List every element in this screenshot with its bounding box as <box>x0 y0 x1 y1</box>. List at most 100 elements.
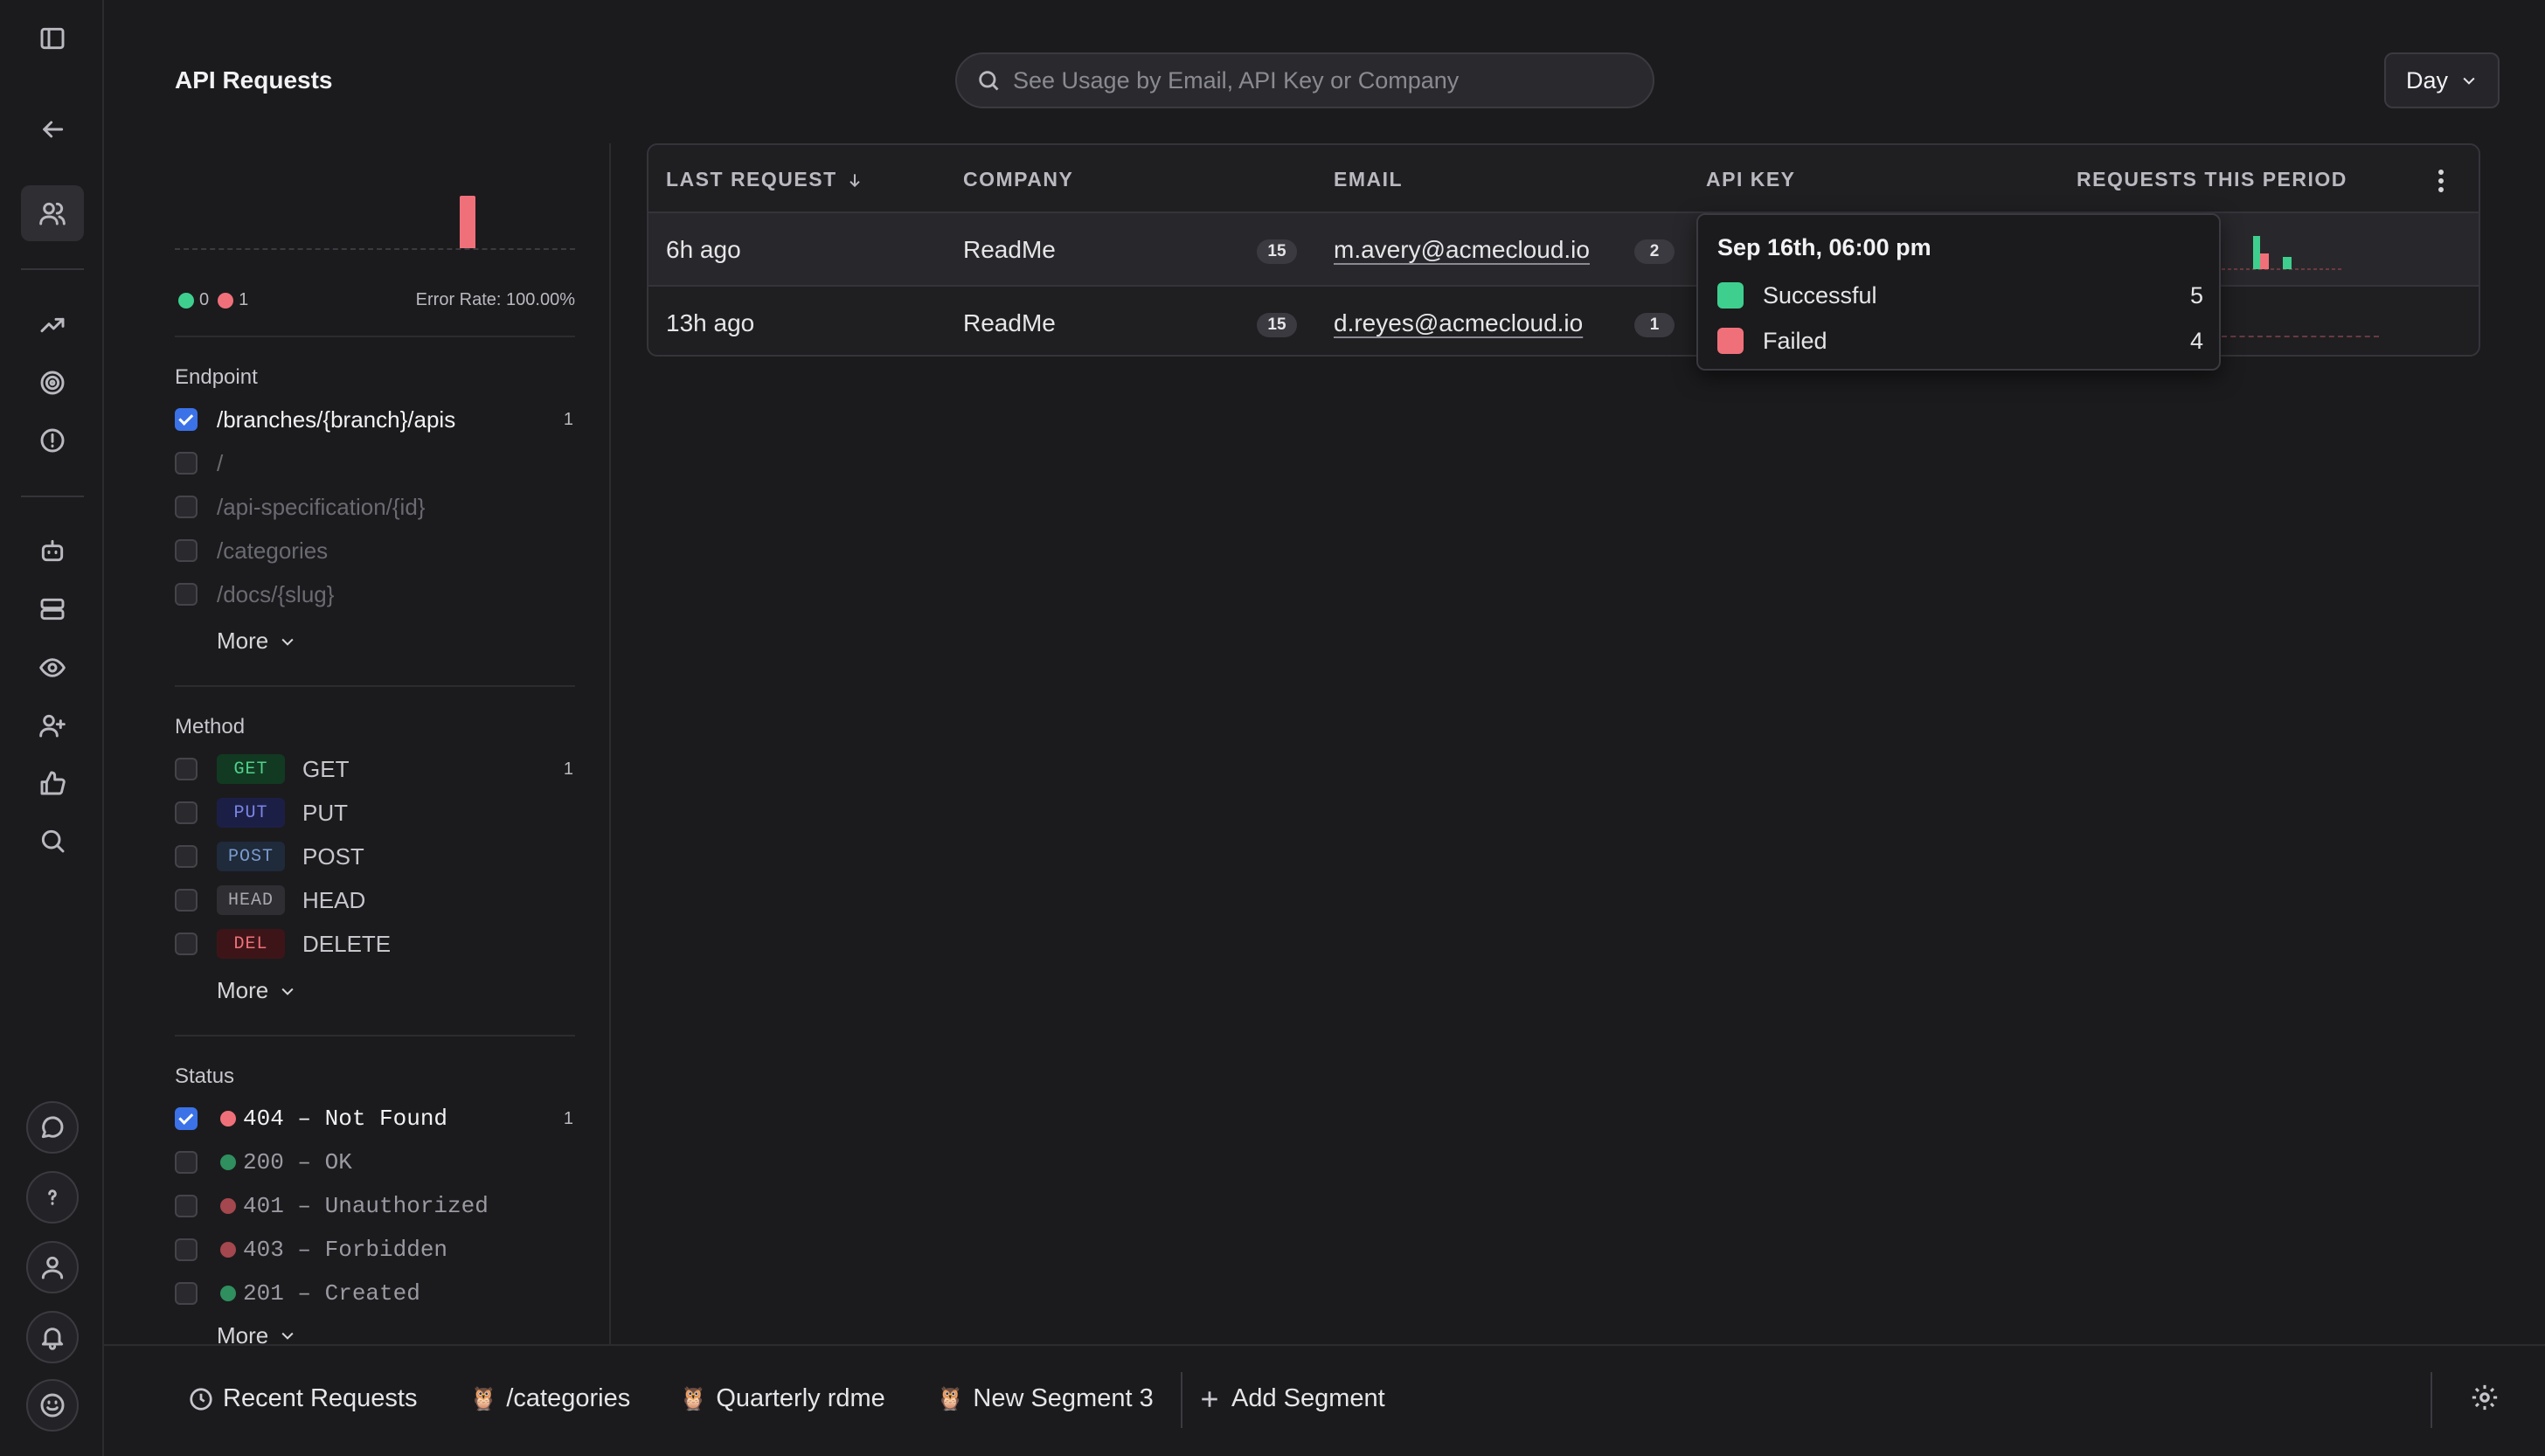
checkbox[interactable] <box>175 496 198 518</box>
endpoint-more-button[interactable]: More <box>217 627 296 655</box>
search-nav-button[interactable] <box>21 813 84 869</box>
more-label: More <box>217 977 269 1003</box>
user-plus-icon <box>39 714 66 738</box>
column-header-email[interactable]: EMAIL <box>1334 168 1403 191</box>
checkbox[interactable] <box>175 539 198 562</box>
help-button[interactable] <box>26 1171 79 1224</box>
checkbox[interactable] <box>175 845 198 868</box>
status-filter-item[interactable]: 404 – Not Found 1 <box>175 1101 575 1136</box>
column-options-button[interactable] <box>2438 170 2445 192</box>
status-filter-item[interactable]: 401 – Unauthorized <box>175 1189 575 1224</box>
trends-nav-button[interactable] <box>21 297 84 353</box>
checkbox[interactable] <box>175 933 198 955</box>
endpoint-label: / <box>217 449 224 476</box>
checkbox[interactable] <box>175 583 198 606</box>
bot-nav-button[interactable] <box>21 523 84 579</box>
arrow-down-icon <box>849 173 860 187</box>
endpoint-label: /branches/{branch}/apis <box>217 406 456 433</box>
endpoint-filter-item[interactable]: / <box>175 446 575 481</box>
success-bar <box>2283 257 2292 269</box>
status-label: 401 – Unauthorized <box>243 1193 489 1219</box>
status-dot <box>220 1286 236 1301</box>
target-nav-button[interactable] <box>21 355 84 411</box>
add-segment-button[interactable]: Add Segment <box>1196 1384 1385 1413</box>
method-filter-item[interactable]: PUT PUT <box>175 795 575 830</box>
email-link[interactable]: m.avery@acmecloud.io <box>1334 236 1590 264</box>
company-count-badge: 15 <box>1257 313 1297 337</box>
profile-button[interactable] <box>26 1241 79 1293</box>
icon-rail <box>0 0 104 1456</box>
checkbox[interactable] <box>175 889 198 912</box>
eye-icon <box>39 658 66 677</box>
method-filter-item[interactable]: GET GET 1 <box>175 752 575 787</box>
checkbox[interactable] <box>175 1151 198 1174</box>
method-badge: HEAD <box>217 885 285 915</box>
method-badge: GET <box>217 754 285 784</box>
method-filter-item[interactable]: POST POST <box>175 839 575 874</box>
views-nav-button[interactable] <box>21 640 84 696</box>
requests-sparkline <box>2222 336 2379 337</box>
endpoint-filter-item[interactable]: /categories <box>175 533 575 568</box>
checkbox[interactable] <box>175 408 198 431</box>
column-header-company[interactable]: COMPANY <box>963 168 1073 191</box>
checkbox[interactable] <box>175 452 198 475</box>
checkbox[interactable] <box>175 758 198 780</box>
search-input[interactable] <box>1013 66 1625 94</box>
tooltip-value: 4 <box>2189 327 2203 354</box>
checkbox[interactable] <box>175 1238 198 1261</box>
segment-categories[interactable]: 🦉 /categories <box>469 1384 630 1413</box>
thumbs-up-icon <box>40 771 66 795</box>
status-more-button[interactable]: More <box>217 1327 296 1344</box>
segment-label: New Segment 3 <box>973 1384 1154 1412</box>
sort-last-request[interactable]: LAST REQUEST <box>666 168 863 191</box>
column-header-requests[interactable]: REQUESTS THIS PERIOD <box>2077 168 2347 191</box>
status-dot <box>220 1198 236 1214</box>
tooltip-label: Failed <box>1763 327 1827 354</box>
storage-nav-button[interactable] <box>21 581 84 637</box>
segment-settings-button[interactable] <box>2470 1383 2500 1417</box>
failed-bar <box>2260 253 2269 269</box>
requests-sparkline <box>2222 236 2344 270</box>
endpoint-filter-item[interactable]: /branches/{branch}/apis 1 <box>175 402 575 437</box>
chat-button[interactable] <box>26 1101 79 1154</box>
checkbox[interactable] <box>175 801 198 824</box>
more-label: More <box>217 1327 269 1344</box>
status-filter-item[interactable]: 201 – Created <box>175 1276 575 1311</box>
endpoint-filter-item[interactable]: /api-specification/{id} <box>175 489 575 524</box>
owl-icon: 🦉 <box>936 1385 965 1411</box>
checkbox[interactable] <box>175 1195 198 1217</box>
invite-user-nav-button[interactable] <box>21 697 84 753</box>
feedback-nav-button[interactable] <box>21 755 84 811</box>
period-select[interactable]: Day <box>2384 52 2500 108</box>
segment-recent-requests[interactable]: Recent Requests <box>188 1384 417 1413</box>
alert-circle-icon <box>40 428 65 453</box>
email-link[interactable]: d.reyes@acmecloud.io <box>1334 309 1583 337</box>
status-filter-item[interactable]: 403 – Forbidden <box>175 1232 575 1267</box>
email-count-badge: 1 <box>1634 313 1675 337</box>
workspace-button[interactable] <box>26 1379 79 1432</box>
method-filter-item[interactable]: DEL DELETE <box>175 926 575 961</box>
segment-quarterly-rdme[interactable]: 🦉 Quarterly rdme <box>679 1384 885 1413</box>
filter-count: 1 <box>563 759 573 779</box>
more-label: More <box>217 627 269 654</box>
errors-nav-button[interactable] <box>21 413 84 468</box>
back-button[interactable] <box>21 101 84 157</box>
failed-swatch <box>1717 328 1744 354</box>
users-icon <box>39 202 66 225</box>
users-nav-button[interactable] <box>21 185 84 241</box>
chevron-down-icon <box>281 638 294 646</box>
notifications-button[interactable] <box>26 1311 79 1363</box>
segment-new-segment-3[interactable]: 🦉 New Segment 3 <box>936 1384 1154 1413</box>
column-header-api-key[interactable]: API KEY <box>1706 168 1796 191</box>
checkbox[interactable] <box>175 1107 198 1130</box>
usage-search[interactable] <box>955 52 1654 108</box>
checkbox[interactable] <box>175 1282 198 1305</box>
error-rate: Error Rate: 100.00% <box>415 290 575 309</box>
status-filter-item[interactable]: 200 – OK <box>175 1145 575 1180</box>
tooltip-row: Failed 4 <box>1717 325 2203 357</box>
segment-label: Recent Requests <box>223 1384 418 1412</box>
method-more-button[interactable]: More <box>217 977 296 1004</box>
toggle-sidebar-button[interactable] <box>21 10 84 66</box>
method-filter-item[interactable]: HEAD HEAD <box>175 883 575 918</box>
endpoint-filter-item[interactable]: /docs/{slug} <box>175 577 575 612</box>
